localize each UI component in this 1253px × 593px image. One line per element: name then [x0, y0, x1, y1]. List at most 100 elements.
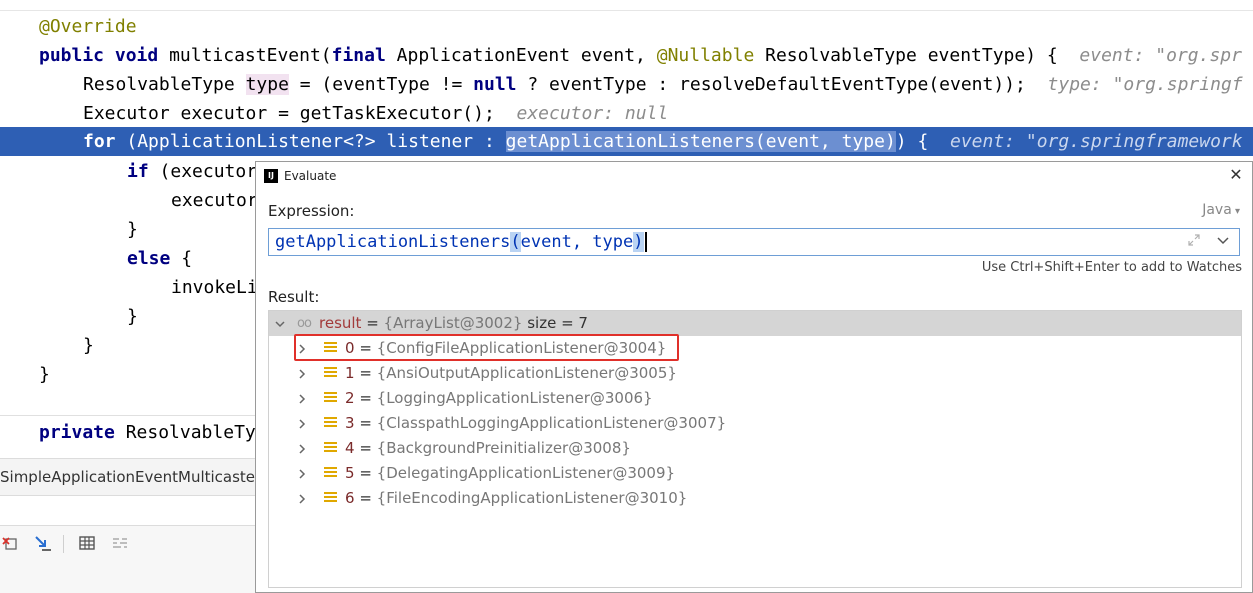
- result-root-row[interactable]: oo result = {ArrayList@3002} size = 7: [269, 311, 1241, 336]
- code-line-for: for (ApplicationListener<?> listener : g…: [83, 127, 1243, 156]
- result-item-row[interactable]: 6 = {FileEncodingApplicationListener@301…: [269, 486, 1241, 511]
- item-entry: 2 = {LoggingApplicationListener@3006}: [345, 389, 653, 407]
- language-selector[interactable]: Java ▾: [1202, 202, 1240, 218]
- field-icon: [324, 392, 337, 404]
- code-line-private: private ResolvableTy: [39, 418, 256, 447]
- expression-input[interactable]: getApplicationListeners(event, type): [268, 228, 1240, 256]
- toolbar-separator: [63, 535, 64, 553]
- close-icon[interactable]: ✕: [1226, 164, 1246, 186]
- field-icon: [324, 417, 337, 429]
- chevron-right-icon[interactable]: [295, 436, 309, 461]
- debug-panel-area: [0, 562, 256, 593]
- evaluate-dialog: IJ Evaluate ✕ Expression: Java ▾ getAppl…: [255, 161, 1253, 593]
- debug-file-tab[interactable]: SimpleApplicationEventMulticaste: [0, 458, 256, 496]
- result-item-row[interactable]: 2 = {LoggingApplicationListener@3006}: [269, 386, 1241, 411]
- if-cond: (executor: [148, 161, 258, 182]
- inline-hint-executor: executor: null: [516, 103, 669, 124]
- chevron-down-icon: ▾: [1231, 206, 1240, 217]
- kw-private: private: [39, 422, 115, 443]
- editor-top-border: [0, 0, 1253, 11]
- executor-decl: Executor executor = getTaskExecutor();: [83, 103, 495, 124]
- kw-final: final: [331, 45, 386, 66]
- item-entry: 3 = {ClasspathLoggingApplicationListener…: [345, 414, 727, 432]
- kw-for: for: [83, 131, 116, 152]
- param-event: ApplicationEvent event,: [385, 45, 657, 66]
- add-to-watches-hint: Use Ctrl+Shift+Enter to add to Watches: [981, 260, 1242, 275]
- param-eventtype: ResolvableType eventType) {: [754, 45, 1058, 66]
- field-icon: [324, 467, 337, 479]
- expression-method: getApplicationListeners: [275, 232, 511, 252]
- dialog-title-bar[interactable]: IJ Evaluate ✕: [256, 162, 1252, 190]
- text-caret: [644, 232, 647, 252]
- expression-text: getApplicationListeners(event, type): [275, 229, 647, 255]
- code-brace-else: }: [127, 306, 138, 327]
- code-line-if: if (executor: [127, 157, 257, 186]
- kw-void: void: [114, 45, 159, 66]
- result-item-row[interactable]: 4 = {BackgroundPreinitializer@3008}: [269, 436, 1241, 461]
- item-entry: 1 = {AnsiOutputApplicationListener@3005}: [345, 364, 677, 382]
- step-out-icon[interactable]: [0, 534, 20, 554]
- else-brace: {: [170, 248, 193, 269]
- code-line-type: ResolvableType type = (eventType != null…: [83, 70, 1243, 99]
- for-brace: ) {: [895, 131, 929, 152]
- code-line-execute: executor: [171, 190, 258, 211]
- chevron-down-icon[interactable]: [273, 311, 287, 336]
- code-brace-if: }: [127, 219, 138, 240]
- kw-else: else: [127, 248, 171, 269]
- history-dropdown-icon[interactable]: [1213, 232, 1233, 252]
- result-item-row[interactable]: 1 = {AnsiOutputApplicationListener@3005}: [269, 361, 1241, 386]
- intellij-logo-icon: IJ: [264, 169, 278, 183]
- expression-open-paren: (: [510, 232, 521, 252]
- editor-bottom-border: [0, 415, 256, 416]
- highlight-annotation-box: [294, 334, 679, 361]
- chevron-right-icon[interactable]: [295, 411, 309, 436]
- expression-close-paren: ): [633, 232, 644, 252]
- dialog-title: Evaluate: [284, 169, 337, 183]
- result-label: Result:: [268, 288, 320, 306]
- result-item-row[interactable]: 5 = {DelegatingApplicationListener@3009}: [269, 461, 1241, 486]
- annotation-nullable: @Nullable: [656, 45, 755, 66]
- field-icon: [324, 367, 337, 379]
- chevron-right-icon[interactable]: [295, 461, 309, 486]
- item-entry: 6 = {FileEncodingApplicationListener@301…: [345, 489, 688, 507]
- evaluate-table-icon[interactable]: [77, 534, 97, 554]
- var-type: type: [245, 74, 289, 95]
- code-line-invoke: invokeLi: [171, 277, 258, 298]
- code-brace-method: }: [39, 364, 50, 385]
- chevron-right-icon[interactable]: [295, 361, 309, 386]
- kw-public: public: [39, 45, 105, 66]
- type-expr-2: ? eventType : resolveDefaultEventType(ev…: [516, 74, 1026, 95]
- field-icon: [324, 442, 337, 454]
- item-entry: 5 = {DelegatingApplicationListener@3009}: [345, 464, 676, 482]
- item-entry: 4 = {BackgroundPreinitializer@3008}: [345, 439, 631, 457]
- file-tab-label: SimpleApplicationEventMulticaste: [0, 468, 256, 486]
- debug-toolbar: [0, 525, 256, 563]
- type-expr-1: = (eventType !=: [288, 74, 474, 95]
- code-brace-for: }: [83, 335, 94, 356]
- code-line-override: @Override: [39, 16, 137, 37]
- kw-if: if: [127, 161, 149, 182]
- chevron-right-icon[interactable]: [295, 486, 309, 511]
- trace-icon[interactable]: [110, 534, 130, 554]
- method-name: multicastEvent(: [158, 45, 332, 66]
- inline-hint-for: event: "org.springframework: [950, 131, 1243, 152]
- for-decl: (ApplicationListener<?> listener :: [115, 131, 506, 152]
- code-line-executor: Executor executor = getTaskExecutor(); e…: [83, 99, 668, 128]
- language-value: Java: [1202, 202, 1232, 218]
- chevron-right-icon[interactable]: [295, 386, 309, 411]
- code-line-signature: public void multicastEvent(final Applica…: [39, 41, 1242, 70]
- expand-icon[interactable]: [1185, 233, 1203, 251]
- selected-expression[interactable]: getApplicationListeners(event, type): [505, 131, 896, 152]
- code-line-else: else {: [127, 244, 192, 273]
- type-decl: ResolvableType: [83, 74, 246, 95]
- expression-label: Expression:: [268, 202, 355, 220]
- result-item-row[interactable]: 3 = {ClasspathLoggingApplicationListener…: [269, 411, 1241, 436]
- watch-glasses-icon: oo: [297, 316, 312, 331]
- expression-args: event, type: [520, 232, 634, 252]
- field-icon: [324, 492, 337, 504]
- private-decl: ResolvableTy: [114, 422, 256, 443]
- inline-hint-type: type: "org.springf: [1047, 74, 1243, 95]
- result-name: result = {ArrayList@3002} size = 7: [319, 314, 588, 332]
- kw-null: null: [473, 74, 517, 95]
- run-to-cursor-icon[interactable]: [33, 534, 53, 554]
